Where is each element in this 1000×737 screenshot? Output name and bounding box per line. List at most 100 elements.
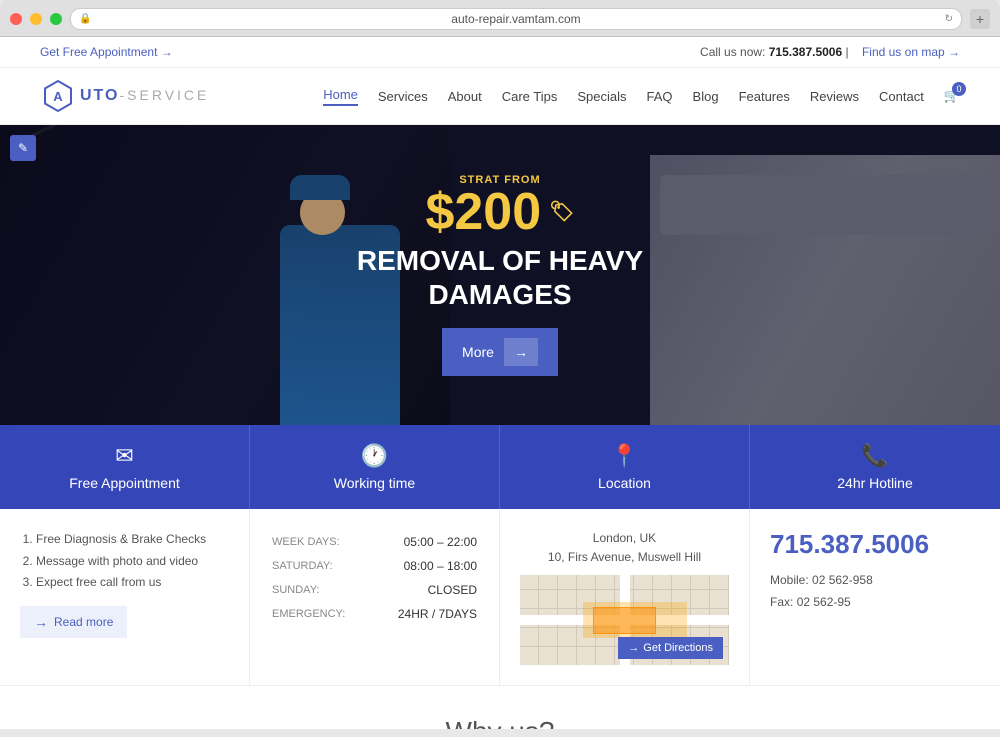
fax-line: Fax: 02 562-95	[770, 592, 980, 614]
nav-contact[interactable]: Contact	[879, 89, 924, 104]
hotline-col: 715.387.5006 Mobile: 02 562-958 Fax: 02 …	[750, 509, 1000, 685]
fax-number: 02 562-95	[797, 595, 851, 609]
read-more-arrow-icon: →	[34, 614, 48, 630]
why-us-title: Why us?	[30, 716, 970, 729]
more-btn-label: More	[462, 344, 494, 360]
working-time-col: WEEK DAYS: 05:00 – 22:00 SATURDAY: 08:00…	[250, 509, 500, 685]
browser-chrome: 🔒 auto-repair.vamtam.com ↻ +	[0, 0, 1000, 37]
info-item-working-time[interactable]: 🕐 Working time	[250, 425, 500, 509]
working-time-label: Working time	[334, 475, 415, 491]
info-item-appointment[interactable]: ✉ Free Appointment	[0, 425, 250, 509]
price-tag-icon: 🏷	[549, 202, 574, 222]
appointment-label: Free Appointment	[69, 475, 180, 491]
nav-faq[interactable]: FAQ	[647, 89, 673, 104]
day-hours: 05:00 – 22:00	[372, 531, 477, 553]
directions-arrow: →	[628, 642, 639, 654]
top-bar-left: Get Free Appointment →	[40, 45, 173, 59]
location-street: 10, Firs Avenue, Muswell Hill	[520, 548, 729, 567]
read-more-button[interactable]: → Read more	[20, 606, 127, 638]
nav-specials[interactable]: Specials	[577, 89, 626, 104]
nav-home[interactable]: Home	[323, 87, 358, 106]
location-label: Location	[598, 475, 651, 491]
phone-icon: 📞	[861, 443, 888, 469]
logo-hex-icon: A	[40, 78, 76, 114]
new-tab-button[interactable]: +	[970, 9, 990, 29]
refresh-icon[interactable]: ↻	[945, 14, 953, 25]
url-text: auto-repair.vamtam.com	[451, 12, 580, 26]
logo: A UTO-SERVICE	[40, 78, 209, 114]
location-city: London, UK	[520, 529, 729, 548]
day-hours: 24HR / 7DAYS	[372, 603, 477, 625]
day-hours: 08:00 – 18:00	[372, 555, 477, 577]
nav-about[interactable]: About	[448, 89, 482, 104]
day-label: WEEK DAYS:	[272, 531, 370, 553]
top-bar: Get Free Appointment → Call us now: 715.…	[0, 37, 1000, 68]
minimize-button[interactable]	[30, 13, 42, 25]
info-item-hotline[interactable]: 📞 24hr Hotline	[750, 425, 1000, 509]
fax-label: Fax:	[770, 595, 793, 609]
directions-label: Get Directions	[643, 642, 713, 654]
cart-icon[interactable]: 🛒 0	[944, 88, 960, 104]
address-bar[interactable]: 🔒 auto-repair.vamtam.com ↻	[70, 8, 962, 30]
day-hours: CLOSED	[372, 579, 477, 601]
day-label: EMERGENCY:	[272, 603, 370, 625]
browser-controls: 🔒 auto-repair.vamtam.com ↻ +	[10, 8, 990, 30]
nav-blog[interactable]: Blog	[693, 89, 719, 104]
nav-reviews[interactable]: Reviews	[810, 89, 859, 104]
nav-features[interactable]: Features	[739, 89, 790, 104]
maximize-button[interactable]	[50, 13, 62, 25]
hero-content: STRAT FROM $200 🏷 REMOVAL OF HEAVY DAMAG…	[357, 174, 643, 375]
cart-badge: 0	[952, 82, 966, 96]
schedule-table: WEEK DAYS: 05:00 – 22:00 SATURDAY: 08:00…	[270, 529, 479, 627]
nav-links: Home Services About Care Tips Specials F…	[323, 87, 960, 106]
list-item: Free Diagnosis & Brake Checks	[36, 529, 229, 551]
appointment-col: Free Diagnosis & Brake Checks Message wi…	[0, 509, 250, 685]
find-on-map-link[interactable]: Find us on map →	[862, 45, 960, 59]
hero-section: ✎ STRAT FROM $200 🏷 REMOVAL OF HEAVY DAM…	[0, 125, 1000, 425]
hero-price: $200 🏷	[357, 186, 643, 238]
schedule-row-emergency: EMERGENCY: 24HR / 7DAYS	[272, 603, 477, 625]
hero-title-line1: REMOVAL OF HEAVY	[357, 244, 643, 278]
schedule-row-sunday: SUNDAY: CLOSED	[272, 579, 477, 601]
location-col: London, UK 10, Firs Avenue, Muswell Hill…	[500, 509, 750, 685]
info-item-location[interactable]: 📍 Location	[500, 425, 750, 509]
logo-text: UTO-SERVICE	[80, 87, 209, 105]
map-area-highlight	[593, 607, 656, 634]
top-bar-right: Call us now: 715.387.5006 | Find us on m…	[700, 45, 960, 59]
main-nav: A UTO-SERVICE Home Services About Care T…	[0, 68, 1000, 125]
price-value: $200	[425, 186, 541, 238]
mobile-line: Mobile: 02 562-958	[770, 570, 980, 592]
day-label: SUNDAY:	[272, 579, 370, 601]
close-button[interactable]	[10, 13, 22, 25]
lock-icon: 🔒	[79, 14, 91, 25]
hotline-number: 715.387.5006	[770, 529, 980, 560]
divider: |	[846, 45, 852, 59]
map-container[interactable]: → Get Directions	[520, 575, 729, 665]
location-address: London, UK 10, Firs Avenue, Muswell Hill	[520, 529, 729, 567]
edit-button[interactable]: ✎	[10, 135, 36, 161]
clock-icon: 🕐	[361, 443, 388, 469]
edit-icon: ✎	[18, 141, 28, 155]
appointment-list: Free Diagnosis & Brake Checks Message wi…	[20, 529, 229, 594]
schedule-row-weekdays: WEEK DAYS: 05:00 – 22:00	[272, 531, 477, 553]
nav-care-tips[interactable]: Care Tips	[502, 89, 558, 104]
free-appointment-link[interactable]: Get Free Appointment →	[40, 45, 173, 59]
more-button[interactable]: More →	[442, 328, 558, 376]
schedule-row-saturday: SATURDAY: 08:00 – 18:00	[272, 555, 477, 577]
website-content: Get Free Appointment → Call us now: 715.…	[0, 37, 1000, 729]
mobile-label: Mobile:	[770, 573, 809, 587]
mobile-number: 02 562-958	[812, 573, 873, 587]
phone-number-top: 715.387.5006	[769, 45, 842, 59]
info-bar: ✉ Free Appointment 🕐 Working time 📍 Loca…	[0, 425, 1000, 509]
read-more-label: Read more	[54, 615, 113, 629]
directions-button[interactable]: → Get Directions	[618, 637, 723, 659]
mechanic-cap	[290, 175, 350, 200]
list-item: Expect free call from us	[36, 572, 229, 594]
envelope-icon: ✉	[115, 443, 133, 469]
nav-services[interactable]: Services	[378, 89, 428, 104]
more-btn-arrow: →	[504, 338, 538, 366]
hotline-details: Mobile: 02 562-958 Fax: 02 562-95	[770, 570, 980, 613]
hotline-label: 24hr Hotline	[837, 475, 913, 491]
hero-title: REMOVAL OF HEAVY DAMAGES	[357, 244, 643, 311]
call-label: Call us now:	[700, 45, 765, 59]
